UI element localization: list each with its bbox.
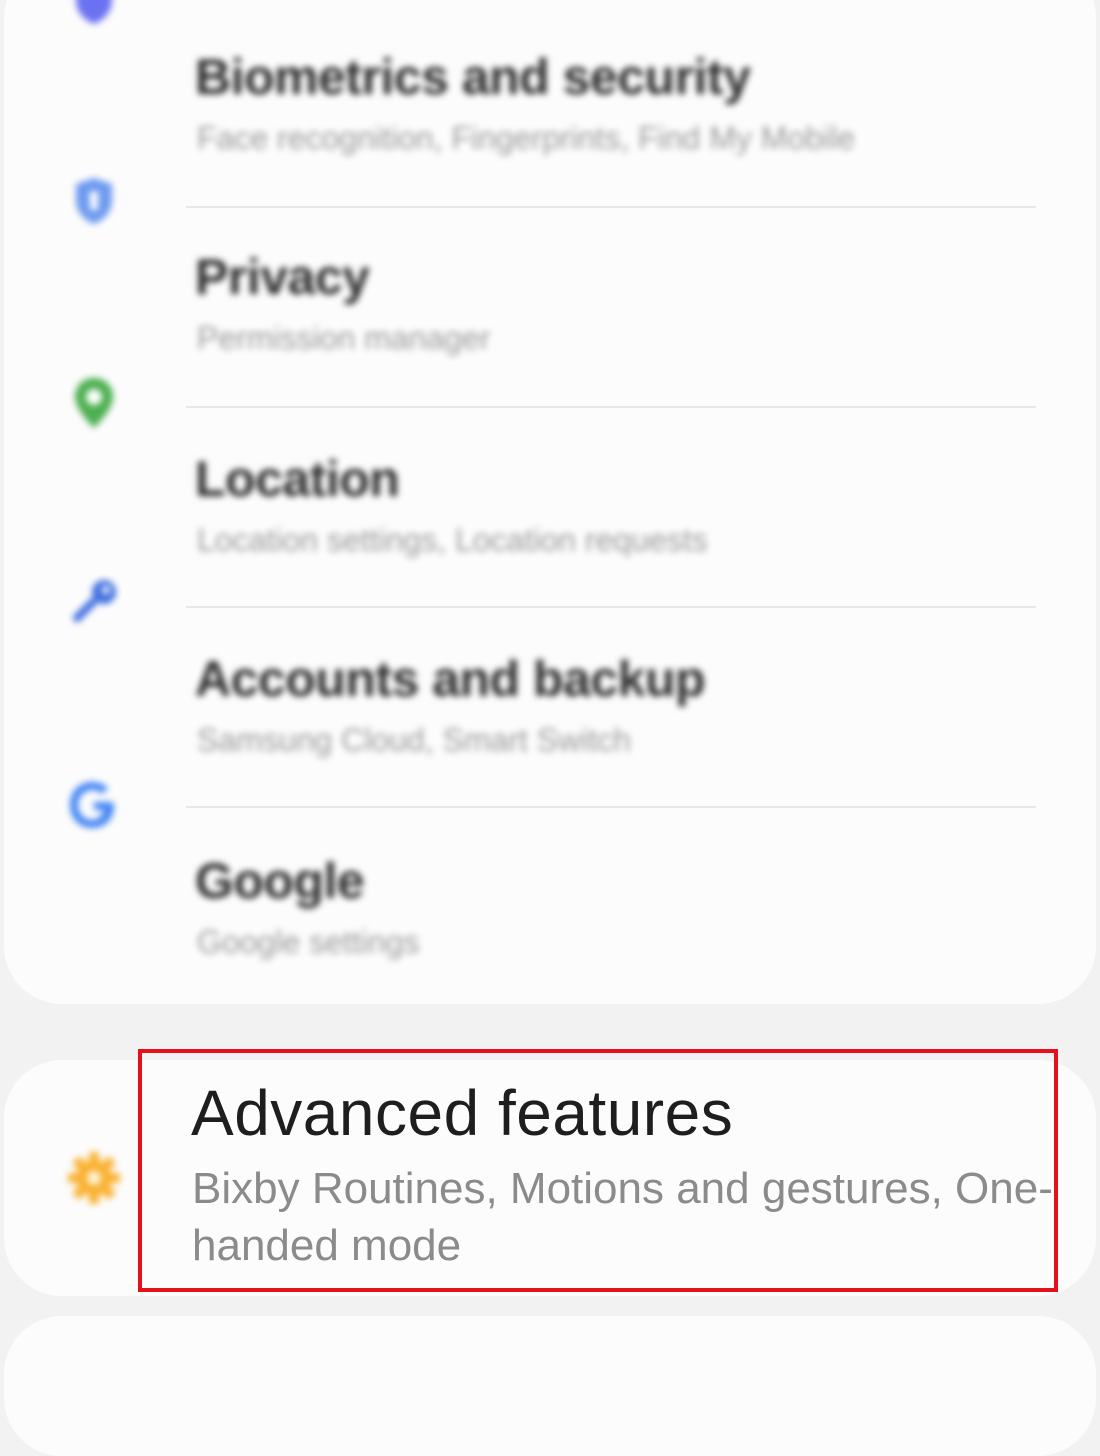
advanced-features-subtitle: Bixby Routines, Motions and gestures, On… — [192, 1164, 1053, 1270]
settings-item-privacy[interactable]: Privacy Permission manager — [4, 178, 1096, 400]
settings-item-subtitle: Location settings, Location requests — [197, 522, 708, 558]
settings-item-location[interactable]: Location Location settings, Location req… — [4, 378, 1096, 602]
settings-item-title: Google — [195, 853, 365, 909]
settings-item-biometrics[interactable]: Biometrics and security Face recognition… — [4, 0, 1096, 200]
advanced-features-title: Advanced features — [191, 1077, 734, 1149]
settings-item-title: Accounts and backup — [195, 651, 706, 707]
privacy-shield-icon — [62, 168, 126, 232]
settings-item-subtitle: Samsung Cloud, Smart Switch — [197, 722, 631, 758]
settings-item-title: Biometrics and security — [195, 49, 751, 105]
gear-icon — [62, 1146, 126, 1210]
settings-item-google[interactable]: Google Google settings — [4, 782, 1096, 1004]
settings-item-advanced-features[interactable]: Advanced features Bixby Routines, Motion… — [4, 1060, 1096, 1296]
google-g-icon — [62, 772, 126, 836]
shield-icon — [62, 0, 126, 32]
settings-item-subtitle: Google settings — [197, 924, 420, 960]
settings-item-subtitle: Permission manager — [197, 320, 491, 356]
location-pin-icon — [62, 370, 126, 434]
settings-card: Biometrics and security Face recognition… — [4, 0, 1096, 1004]
settings-item-accounts-backup[interactable]: Accounts and backup Samsung Cloud, Smart… — [4, 580, 1096, 802]
key-icon — [62, 570, 126, 634]
advanced-features-card: Advanced features Bixby Routines, Motion… — [4, 1060, 1096, 1296]
next-settings-card — [4, 1316, 1096, 1456]
settings-item-title: Privacy — [195, 249, 370, 305]
settings-item-title: Location — [195, 451, 400, 507]
settings-item-subtitle: Face recognition, Fingerprints, Find My … — [197, 120, 856, 156]
